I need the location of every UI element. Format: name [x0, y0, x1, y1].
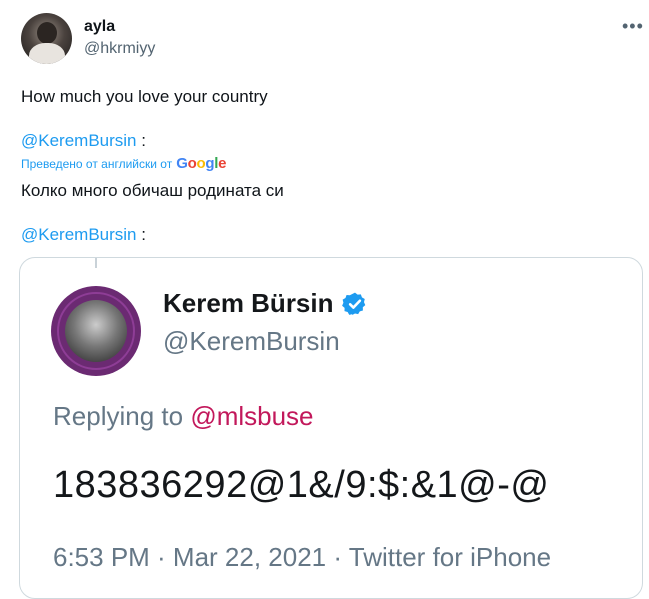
embedded-avatar	[51, 286, 141, 376]
translation-label: Преведено от английски от	[21, 156, 173, 171]
embedded-handle: @KeremBursin	[163, 326, 340, 356]
embedded-text: 183836292@1&/9:$:&1@-@	[53, 464, 550, 506]
replying-mention: @mlsbuse	[190, 401, 314, 431]
replying-prefix: Replying to	[53, 401, 191, 431]
thread-line	[95, 258, 97, 268]
author-avatar[interactable]	[21, 13, 72, 64]
google-logo: Google	[176, 155, 227, 172]
embedded-name-row: Kerem Bürsin	[163, 288, 368, 319]
verified-badge-icon	[341, 292, 365, 315]
mention-suffix: :	[136, 131, 146, 150]
avatar-body	[29, 43, 65, 64]
replying-to: Replying to @mlsbuse	[53, 401, 314, 432]
embedded-name: Kerem Bürsin	[163, 288, 334, 318]
more-horizontal-icon[interactable]: •••	[622, 16, 644, 37]
tweet-text: How much you love your country	[21, 87, 268, 106]
mention-line-1: @KeremBursin :	[21, 131, 146, 151]
mention-link[interactable]: @KeremBursin	[21, 225, 137, 244]
embedded-meta: 6:53 PM · Mar 22, 2021 · Twitter for iPh…	[53, 542, 552, 572]
embedded-image[interactable]: Kerem Bürsin @KeremBursin Replying to @m…	[19, 257, 643, 599]
mention-line-2: @KeremBursin :	[21, 225, 146, 245]
mention-suffix: :	[136, 225, 146, 244]
translation-attribution[interactable]: Преведено от английски от Google	[21, 155, 226, 172]
translated-text: Колко много обичаш родината си	[21, 181, 284, 200]
embedded-avatar-photo	[65, 300, 127, 362]
mention-link[interactable]: @KeremBursin	[21, 131, 137, 150]
avatar-head	[37, 22, 57, 44]
author-handle[interactable]: @hkrmiyy	[84, 40, 155, 58]
author-name[interactable]: ayla	[84, 18, 115, 36]
